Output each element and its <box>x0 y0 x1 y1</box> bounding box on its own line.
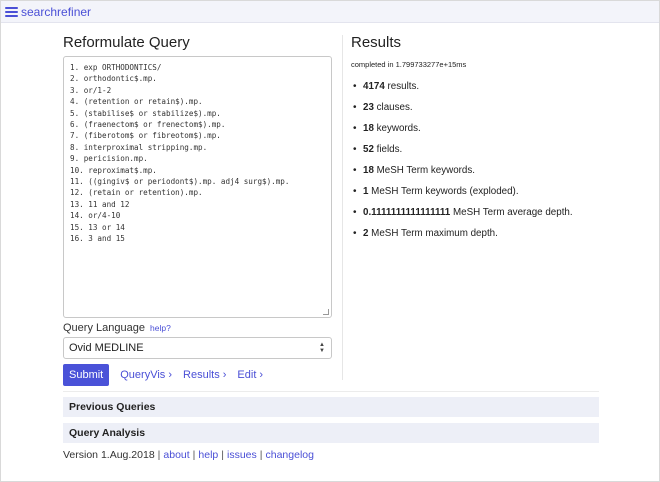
query-line: 4. (retention or retain$).mp. <box>70 97 203 107</box>
changelog-link[interactable]: changelog <box>266 449 314 461</box>
result-item: 52 fields. <box>351 143 591 156</box>
query-textarea[interactable]: 1. exp ORTHODONTICS/ 2. orthodontic$.mp.… <box>63 56 332 318</box>
query-language-value: Ovid MEDLINE <box>69 342 144 354</box>
results-link[interactable]: Results › <box>183 369 226 381</box>
query-line: 1. exp ORTHODONTICS/ <box>70 63 162 72</box>
query-line: 16. 3 and 15 <box>70 234 125 244</box>
query-line: 10. reproximat$.mp. <box>70 165 157 175</box>
help-link[interactable]: help <box>198 449 218 461</box>
query-line: 6. (fraenectom$ or frenectom$).mp. <box>70 120 226 130</box>
result-text: keywords. <box>373 123 421 134</box>
result-item: 18 keywords. <box>351 122 591 135</box>
query-line: 7. (fiberotom$ or fibreotom$).mp. <box>70 131 221 141</box>
footer-separator: | <box>157 449 161 461</box>
result-value: 18 <box>363 123 374 134</box>
query-line: 8. interproximal stripping.mp. <box>70 142 208 152</box>
result-value: 0.1111111111111111 <box>363 207 451 218</box>
footer: Version 1.Aug.2018 | about | help | issues | cha… <box>63 449 314 461</box>
result-text: MeSH Term keywords (exploded). <box>368 186 519 197</box>
version-text: Version 1.Aug.2018 <box>63 449 155 461</box>
results-title: Results <box>351 34 402 51</box>
result-item: 18 MeSH Term keywords. <box>351 164 591 177</box>
select-arrows-icon: ▲ ▼ <box>319 342 325 354</box>
query-line: 15. 13 or 14 <box>70 222 125 232</box>
query-line: 5. (stabilise$ or stabilize$).mp. <box>70 108 221 118</box>
query-line: 11. ((gingiv$ or periodont$).mp. adj4 su… <box>70 177 290 187</box>
issues-link[interactable]: issues <box>227 449 257 461</box>
query-line: 12. (retain or retention).mp. <box>70 188 203 198</box>
result-item: 23 clauses. <box>351 101 591 114</box>
reformulate-query-title: Reformulate Query <box>63 34 190 51</box>
result-value: 18 <box>363 165 374 176</box>
queryvis-link[interactable]: QueryVis › <box>120 369 172 381</box>
result-item: 4174 results. <box>351 80 591 93</box>
result-item: 1 MeSH Term keywords (exploded). <box>351 185 591 198</box>
result-item: 2 MeSH Term maximum depth. <box>351 227 591 240</box>
section-separator <box>63 391 599 392</box>
query-language-label: Query Language help? <box>63 322 171 334</box>
column-divider <box>342 35 343 380</box>
brand-link[interactable]: searchrefiner <box>21 5 91 19</box>
query-language-text: Query Language <box>63 322 145 334</box>
submit-button[interactable]: Submit <box>63 364 110 386</box>
result-text: fields. <box>373 144 403 155</box>
edit-link[interactable]: Edit › <box>237 369 263 381</box>
footer-separator: | <box>221 449 224 461</box>
query-line: 3. or/1-2 <box>70 85 112 95</box>
footer-separator: | <box>192 449 196 461</box>
result-text: MeSH Term maximum depth. <box>368 228 498 239</box>
query-line: 14. or/4-10 <box>70 211 121 221</box>
query-language-select[interactable]: Ovid MEDLINE ▲ ▼ <box>63 337 332 359</box>
result-text: results. <box>384 81 420 92</box>
query-line: 13. 11 and 12 <box>70 199 130 209</box>
query-line: 2. orthodontic$.mp. <box>70 74 157 84</box>
result-item: 0.1111111111111111 MeSH Term average dep… <box>351 206 591 219</box>
hamburger-menu-icon[interactable] <box>5 6 18 17</box>
result-text: clauses. <box>373 102 413 113</box>
navbar: searchrefiner <box>1 1 659 23</box>
query-analysis-panel[interactable]: Query Analysis <box>63 423 599 443</box>
result-text: MeSH Term keywords. <box>373 165 475 176</box>
previous-queries-panel[interactable]: Previous Queries <box>63 397 599 417</box>
query-language-help-link[interactable]: help? <box>150 323 171 333</box>
completed-time: completed in 1.799733277e+15ms <box>351 60 467 69</box>
results-list: 4174 results. 23 clauses. 18 keywords. 5… <box>351 80 591 248</box>
footer-separator: | <box>259 449 263 461</box>
resize-grip-icon[interactable] <box>323 309 329 315</box>
result-value: 52 <box>363 144 374 155</box>
action-row: Submit QueryVis › Results › Edit › <box>63 364 263 386</box>
result-value: 4174 <box>363 81 385 92</box>
query-line: 9. pericision.mp. <box>70 154 148 164</box>
result-text: MeSH Term average depth. <box>450 207 573 218</box>
about-link[interactable]: about <box>163 449 189 461</box>
result-value: 23 <box>363 102 374 113</box>
